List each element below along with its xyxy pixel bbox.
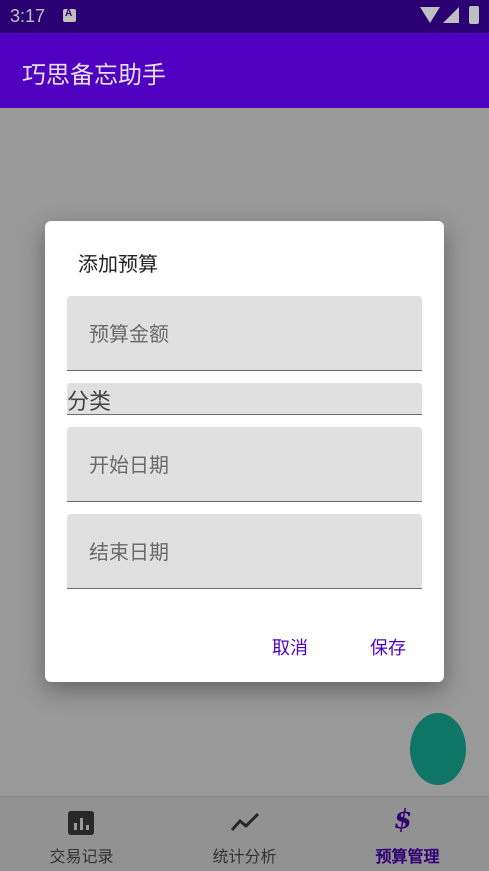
dialog-title: 添加预算 [78, 252, 158, 276]
status-scrim [0, 0, 489, 33]
category-spinner[interactable]: 分类 [67, 383, 422, 415]
budget-amount-input[interactable]: 预算金额 [67, 296, 422, 371]
end-date-hint: 结束日期 [89, 540, 169, 564]
start-date-input[interactable]: 开始日期 [67, 427, 422, 502]
add-budget-dialog: 添加预算 预算金额 分类 开始日期 结束日期 取消 保存 [45, 221, 444, 682]
start-date-hint: 开始日期 [89, 453, 169, 477]
budget-amount-hint: 预算金额 [89, 322, 169, 346]
app-title: 巧思备忘助手 [22, 61, 166, 89]
save-button[interactable]: 保存 [370, 634, 406, 660]
category-label: 分类 [67, 390, 112, 415]
cancel-button[interactable]: 取消 [272, 634, 308, 660]
app-bar: 巧思备忘助手 [0, 33, 489, 108]
end-date-input[interactable]: 结束日期 [67, 514, 422, 589]
